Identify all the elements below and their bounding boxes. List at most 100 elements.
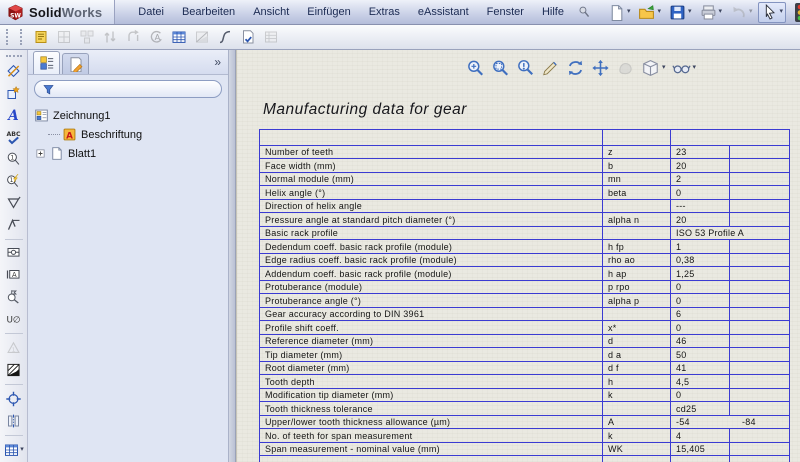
cell-c1[interactable]: Tooth thickness tolerance	[260, 402, 602, 415]
cell-value-merged[interactable]	[670, 130, 789, 145]
cell-c4[interactable]	[729, 362, 789, 375]
menu-hilfe[interactable]: Hilfe	[533, 0, 573, 24]
cell-c1[interactable]: Edge radius coeff. basic rack profile (m…	[260, 254, 602, 267]
cell-c4[interactable]	[729, 308, 789, 321]
cell-c3[interactable]: 1,25	[670, 267, 729, 280]
cell-c4[interactable]	[729, 200, 789, 213]
cell-c1[interactable]: Protuberance (module)	[260, 281, 602, 294]
hole-callout-button[interactable]	[3, 309, 25, 329]
cell-c3[interactable]: 4	[670, 429, 729, 442]
cell-c3[interactable]: 20	[670, 159, 729, 172]
cell-c3[interactable]: 4,5	[670, 375, 729, 388]
cell-c3[interactable]: 0	[670, 281, 729, 294]
cell-c3[interactable]: ---	[670, 200, 729, 213]
model-view-button[interactable]	[53, 27, 74, 48]
dropdown-caret[interactable]: ▾	[693, 64, 697, 72]
cell-c2[interactable]: alpha n	[602, 213, 670, 226]
view-pattern-button[interactable]	[76, 27, 97, 48]
cell-c4[interactable]	[729, 335, 789, 348]
section-display-button[interactable]	[191, 27, 212, 48]
cell-c2[interactable]: rho ao	[602, 254, 670, 267]
cell-c2[interactable]	[602, 130, 670, 145]
tree-item-blatt1[interactable]: Blatt1	[32, 144, 226, 163]
cell-c2[interactable]: beta	[602, 186, 670, 199]
cell-c1[interactable]: Helix angle (°)	[260, 186, 602, 199]
cell-c3[interactable]: 20	[670, 213, 729, 226]
cell-c2[interactable]: d f	[602, 362, 670, 375]
cell-c4[interactable]	[729, 402, 789, 415]
dropdown-caret[interactable]: ▾	[749, 8, 753, 16]
filter-input[interactable]	[34, 80, 222, 98]
display-style-button[interactable]: ▾	[641, 59, 666, 77]
pan-button[interactable]	[591, 59, 610, 77]
tables-button[interactable]: ▾	[3, 440, 25, 460]
cell-c4[interactable]	[729, 375, 789, 388]
cell-c2[interactable]: x*	[602, 321, 670, 334]
cell-c2[interactable]: d	[602, 335, 670, 348]
pin-button[interactable]	[575, 3, 593, 21]
panel-splitter[interactable]	[229, 50, 236, 462]
cell-c2[interactable]	[602, 402, 670, 415]
cell-c4[interactable]	[729, 348, 789, 361]
cell-c1[interactable]: Gear accuracy according to DIN 3961	[260, 308, 602, 321]
cell-c3[interactable]: 1	[670, 240, 729, 253]
geometric-tolerance-button[interactable]	[3, 193, 25, 213]
cell-c2[interactable]: z	[602, 146, 670, 159]
panel-collapse-chevron[interactable]: »	[214, 55, 220, 69]
save-button[interactable]: ▾	[666, 2, 695, 23]
cell-c1[interactable]: Profile shift coeff.	[260, 321, 602, 334]
note-button[interactable]	[3, 105, 25, 125]
dropdown-caret[interactable]: ▾	[780, 8, 784, 16]
cell-c2[interactable]: A	[602, 416, 670, 429]
weld-symbol-button[interactable]	[3, 287, 25, 307]
drawing-title[interactable]: Manufacturing data for gear	[263, 101, 467, 119]
3d-drawing-view-button[interactable]	[616, 59, 635, 77]
sheet-format-button[interactable]	[30, 27, 51, 48]
cell-value-merged[interactable]: -54-84	[670, 416, 789, 429]
cell-c1[interactable]: Basic rack profile	[260, 227, 602, 240]
cell-c2[interactable]: h	[602, 375, 670, 388]
cell-c2[interactable]	[602, 200, 670, 213]
cell-c1[interactable]	[260, 130, 602, 145]
dropdown-caret[interactable]: ▾	[627, 8, 631, 16]
auto-balloon-button[interactable]	[3, 171, 25, 191]
toolbar-grip[interactable]	[6, 55, 22, 57]
cell-c4[interactable]	[729, 159, 789, 172]
cell-c2[interactable]: b	[602, 159, 670, 172]
cell-c2[interactable]: WK	[602, 443, 670, 456]
tree-item-zeichnung1[interactable]: Zeichnung1	[32, 106, 226, 125]
cell-c3[interactable]: 2	[670, 173, 729, 186]
cell-c3[interactable]	[670, 456, 729, 462]
cell-c4[interactable]	[729, 294, 789, 307]
select-button[interactable]: ▾	[758, 2, 787, 23]
cell-c4[interactable]	[729, 389, 789, 402]
cell-c3[interactable]: 15,405	[670, 443, 729, 456]
cell-c1[interactable]: Number of teeth	[260, 146, 602, 159]
eassistant-traffic-light-button[interactable]	[792, 3, 800, 22]
cell-c1[interactable]: Modification tip diameter (mm)	[260, 389, 602, 402]
center-mark-button[interactable]	[3, 389, 25, 409]
centerline-button[interactable]	[3, 411, 25, 431]
property-manager-tab[interactable]	[62, 53, 89, 74]
cell-c1[interactable]: Normal module (mm)	[260, 173, 602, 186]
datum-feature-button[interactable]	[3, 244, 25, 264]
surface-finish-button[interactable]	[3, 215, 25, 235]
cell-c4[interactable]	[729, 429, 789, 442]
expand-icon[interactable]	[36, 149, 45, 158]
new-document-button[interactable]: ▾	[605, 2, 634, 23]
menu-einfgen[interactable]: Einfügen	[298, 0, 359, 24]
hide-show-items-button[interactable]: ▾	[672, 59, 697, 77]
annotation-font-button[interactable]	[145, 27, 166, 48]
cell-c3[interactable]: 6	[670, 308, 729, 321]
cell-c1[interactable]: Protuberance angle (°)	[260, 294, 602, 307]
balloon-button[interactable]	[3, 149, 25, 169]
zoom-to-fit-button[interactable]	[466, 59, 485, 77]
cell-c3[interactable]: 0	[670, 321, 729, 334]
cell-c2[interactable]: k	[602, 429, 670, 442]
zoom-to-area-button[interactable]	[491, 59, 510, 77]
cell-c4[interactable]	[729, 267, 789, 280]
cell-c1[interactable]: Root diameter (mm)	[260, 362, 602, 375]
zoom-in-out-button[interactable]	[516, 59, 535, 77]
cell-value-merged[interactable]: ISO 53 Profile A	[670, 227, 789, 240]
cell-c1[interactable]: Addendum coeff. basic rack profile (modu…	[260, 267, 602, 280]
